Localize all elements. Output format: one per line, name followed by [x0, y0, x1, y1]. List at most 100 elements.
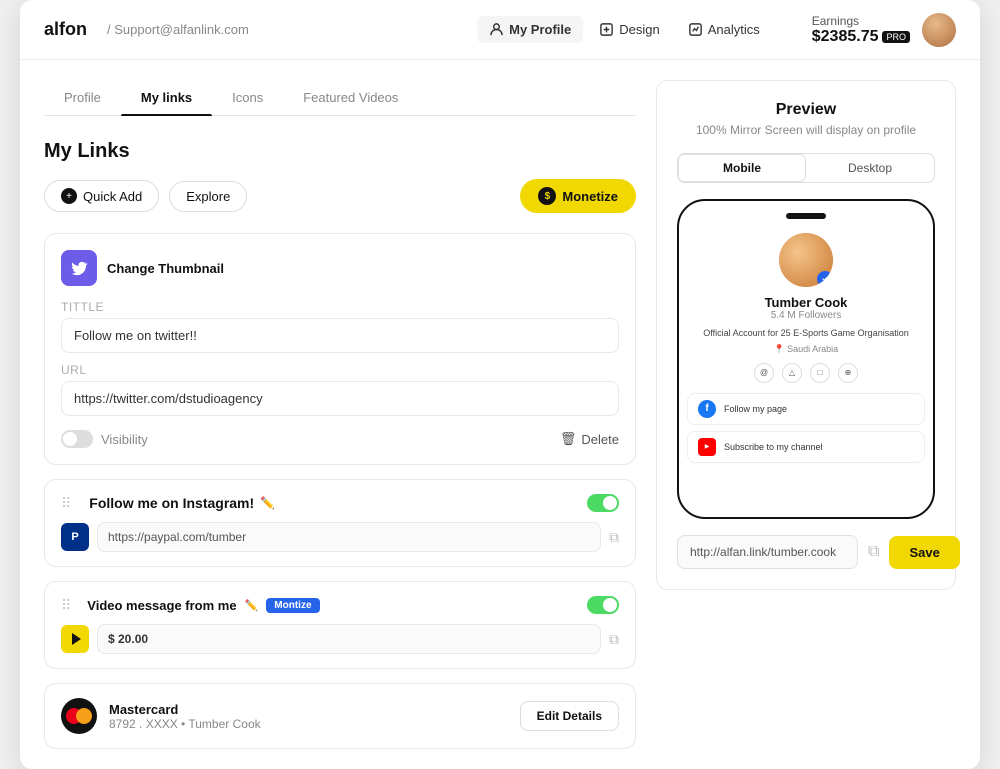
change-thumbnail-label[interactable]: Change Thumbnail — [107, 261, 224, 276]
instagram-url-row: P https://paypal.com/tumber ⧉ — [61, 522, 619, 552]
video-toggle[interactable] — [587, 596, 619, 614]
twitter-url-input[interactable] — [61, 381, 619, 416]
phone-link-facebook: f Follow my page — [687, 393, 925, 425]
nav-analytics[interactable]: Analytics — [676, 16, 772, 43]
nav-design[interactable]: Design — [587, 16, 671, 43]
copy-icon[interactable]: ⧉ — [609, 529, 619, 546]
video-url-row: $ 20.00 ⧉ — [61, 624, 619, 654]
earnings-badge: PRO — [882, 31, 910, 43]
header-right: Earnings $2385.75 PRO — [812, 13, 956, 47]
left-panel: Profile My links Icons Featured Videos M… — [44, 80, 636, 749]
video-card: ⠿ Video message from me ✏️ Montize $ 20.… — [44, 581, 636, 669]
earnings: Earnings $2385.75 PRO — [812, 14, 910, 46]
preview-title: Preview — [677, 101, 935, 119]
quick-add-button[interactable]: + Quick Add — [44, 180, 159, 212]
url-bar-input[interactable] — [677, 535, 858, 569]
header-support: / Support@alfanlink.com — [107, 22, 249, 37]
instagram-title: Follow me on Instagram! ✏️ — [89, 495, 275, 511]
header-nav: My Profile Design Analytics — [477, 16, 772, 43]
phone-icon-1: @ — [754, 363, 774, 383]
twitter-title-input[interactable] — [61, 318, 619, 353]
preview-subtitle: 100% Mirror Screen will display on profi… — [677, 123, 935, 137]
video-edit-icon[interactable]: ✏️ — [245, 599, 259, 612]
video-title: Video message from me — [87, 598, 236, 613]
profile-icon — [489, 22, 504, 37]
twitter-card: Change Thumbnail TITTLE URL Visibility 🗑… — [44, 233, 636, 465]
preview-card: Preview 100% Mirror Screen will display … — [656, 80, 956, 590]
phone-fb-text: Follow my page — [724, 404, 787, 414]
tab-profile[interactable]: Profile — [44, 80, 121, 115]
plus-icon: + — [61, 188, 77, 204]
phone-location: 📍 Saudi Arabia — [774, 344, 838, 355]
main-body: Profile My links Icons Featured Videos M… — [20, 60, 980, 769]
visibility-row: Visibility — [61, 430, 148, 448]
mastercard-info: Mastercard 8792 . XXXX • Tumber Cook — [109, 702, 508, 731]
visibility-label: Visibility — [101, 432, 148, 447]
monetize-dollar-icon: $ — [538, 187, 556, 205]
video-drag-handle[interactable]: ⠿ — [61, 597, 71, 614]
header: alfon / Support@alfanlink.com My Profile… — [20, 0, 980, 60]
copy-url-button[interactable]: ⧉ — [868, 543, 879, 561]
edit-details-button[interactable]: Edit Details — [520, 701, 619, 731]
profile-avatar-phone — [779, 233, 833, 287]
paypal-icon: P — [61, 523, 89, 551]
main-window: alfon / Support@alfanlink.com My Profile… — [20, 0, 980, 769]
btn-row: + Quick Add Explore $ Monetize — [44, 179, 636, 213]
video-price: $ 20.00 — [97, 624, 601, 654]
verified-badge — [817, 271, 833, 287]
instagram-url: https://paypal.com/tumber — [97, 522, 601, 552]
drag-handle[interactable]: ⠿ — [61, 495, 71, 512]
analytics-icon — [688, 22, 703, 37]
preview-tabs: Mobile Desktop — [677, 153, 935, 183]
url-label: URL — [61, 363, 619, 377]
logo: alfon — [44, 19, 87, 40]
phone-icon-4: ⊕ — [838, 363, 858, 383]
url-bar-row: ⧉ Save — [677, 535, 935, 569]
phone-icon-3: □ — [810, 363, 830, 383]
phone-bio: Official Account for 25 E-Sports Game Or… — [703, 327, 908, 340]
mastercard-name: Mastercard — [109, 702, 508, 717]
avatar[interactable] — [922, 13, 956, 47]
mastercard-row: Mastercard 8792 . XXXX • Tumber Cook Edi… — [44, 683, 636, 749]
mastercard-icon — [61, 698, 97, 734]
earnings-amount: $2385.75 — [812, 28, 879, 46]
phone-icons-row: @ △ □ ⊕ — [754, 363, 858, 383]
save-button[interactable]: Save — [889, 536, 959, 569]
instagram-edit-icon[interactable]: ✏️ — [260, 496, 275, 510]
nav-my-profile[interactable]: My Profile — [477, 16, 583, 43]
video-copy-icon[interactable]: ⧉ — [609, 631, 619, 648]
twitter-bird-icon — [70, 259, 88, 277]
tab-featured-videos[interactable]: Featured Videos — [283, 80, 418, 115]
tab-my-links[interactable]: My links — [121, 80, 212, 115]
card-footer: Visibility 🗑 Delete — [61, 430, 619, 448]
monetize-badge: Montize — [266, 598, 319, 613]
tabs: Profile My links Icons Featured Videos — [44, 80, 636, 116]
card-header: Change Thumbnail — [61, 250, 619, 286]
twitter-icon — [61, 250, 97, 286]
explore-button[interactable]: Explore — [169, 181, 247, 212]
instagram-card-header: ⠿ Follow me on Instagram! ✏️ — [61, 494, 619, 512]
visibility-toggle[interactable] — [61, 430, 93, 448]
right-panel: Preview 100% Mirror Screen will display … — [656, 80, 956, 749]
phone-notch — [786, 213, 826, 219]
earnings-label: Earnings — [812, 14, 910, 28]
instagram-card: ⠿ Follow me on Instagram! ✏️ P https://p… — [44, 479, 636, 567]
preview-tab-mobile[interactable]: Mobile — [678, 154, 806, 182]
section-title: My Links — [44, 140, 636, 163]
video-title-row: ⠿ Video message from me ✏️ Montize — [61, 597, 320, 614]
phone-icon-2: △ — [782, 363, 802, 383]
monetize-button[interactable]: $ Monetize — [520, 179, 636, 213]
delete-button[interactable]: 🗑 Delete — [560, 431, 619, 447]
video-play-icon — [61, 625, 89, 653]
phone-yt-text: Subscribe to my channel — [724, 442, 823, 452]
phone-link-youtube: ▶ Subscribe to my channel — [687, 431, 925, 463]
phone-mockup: Tumber Cook 5.4 M Followers Official Acc… — [677, 199, 935, 519]
preview-tab-desktop[interactable]: Desktop — [806, 154, 934, 182]
design-icon — [599, 22, 614, 37]
tab-icons[interactable]: Icons — [212, 80, 283, 115]
instagram-toggle[interactable] — [587, 494, 619, 512]
title-label: TITTLE — [61, 300, 619, 314]
youtube-icon-small: ▶ — [698, 438, 716, 456]
phone-profile-name: Tumber Cook — [765, 295, 848, 310]
phone-followers: 5.4 M Followers — [771, 310, 842, 321]
